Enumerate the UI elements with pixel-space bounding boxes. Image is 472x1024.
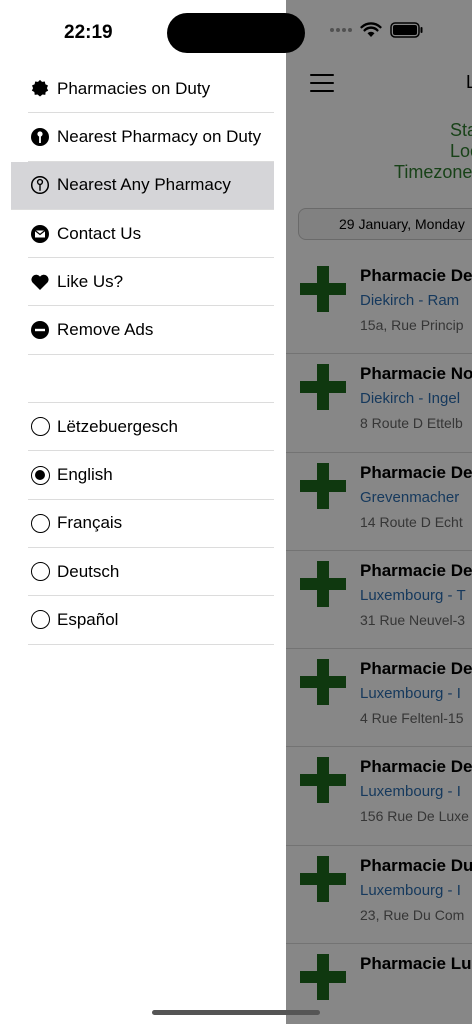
language-option-francais[interactable]: Français: [28, 500, 274, 548]
side-drawer: 22:19 Pharmacies on Duty Nearest Pharmac…: [0, 0, 305, 1024]
language-label: Lëtzebuergesch: [57, 416, 178, 436]
menu-item-label: Remove Ads: [57, 320, 154, 340]
menu-divider: [28, 355, 274, 404]
language-option-letzebuergesch[interactable]: Lëtzebuergesch: [28, 403, 274, 452]
language-option-english[interactable]: English: [28, 451, 274, 500]
menu-item-contact-us[interactable]: Contact Us: [28, 210, 274, 259]
menu-item-like-us[interactable]: Like Us?: [28, 258, 274, 307]
language-label: Deutsch: [57, 561, 120, 581]
menu-item-label: Pharmacies on Duty: [57, 78, 211, 98]
language-option-deutsch[interactable]: Deutsch: [28, 548, 274, 597]
menu-item-pharmacies-on-duty[interactable]: Pharmacies on Duty: [28, 65, 274, 114]
language-option-espanol[interactable]: Español: [28, 596, 274, 645]
location-pin-outline-icon: [30, 175, 50, 195]
menu-item-nearest-any-pharmacy[interactable]: Nearest Any Pharmacy: [11, 161, 274, 210]
menu-item-label: Nearest Pharmacy on Duty: [57, 126, 262, 146]
mail-icon: [30, 224, 50, 244]
language-label: English: [57, 465, 113, 485]
language-label: Español: [57, 609, 119, 629]
radio-button-icon: [30, 610, 50, 630]
radio-button-icon: [30, 417, 50, 437]
menu-item-label: Nearest Any Pharmacy: [57, 175, 231, 195]
radio-button-selected-icon: [30, 465, 50, 485]
home-indicator[interactable]: [152, 1010, 320, 1015]
heart-icon: [30, 272, 50, 292]
menu-item-label: Like Us?: [57, 271, 124, 291]
drawer-menu: Pharmacies on Duty Nearest Pharmacy on D…: [0, 65, 286, 645]
radio-button-icon: [30, 513, 50, 533]
radio-button-icon: [30, 562, 50, 582]
status-time: 22:19: [64, 22, 113, 43]
dynamic-island: [167, 13, 305, 53]
language-label: Français: [57, 513, 123, 533]
badge-icon: [30, 79, 50, 99]
minus-circle-icon: [30, 320, 50, 340]
menu-item-remove-ads[interactable]: Remove Ads: [28, 306, 274, 355]
drawer-dim-overlay[interactable]: [286, 0, 472, 1024]
menu-item-label: Contact Us: [57, 223, 142, 243]
location-pin-icon: [30, 127, 50, 147]
menu-item-nearest-pharmacy-on-duty[interactable]: Nearest Pharmacy on Duty: [28, 113, 274, 162]
